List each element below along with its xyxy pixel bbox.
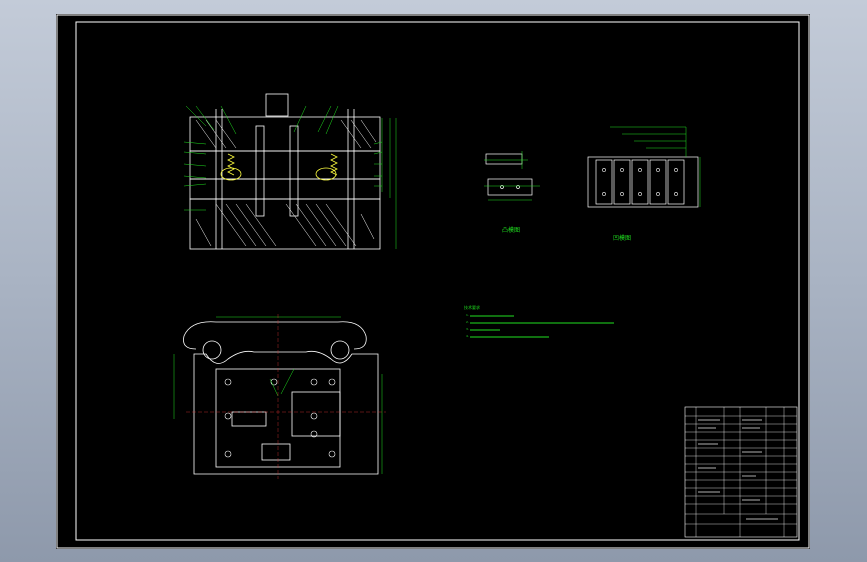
title-block	[684, 406, 798, 538]
punch-view-label: 凸模图	[502, 227, 521, 234]
inner-frame	[75, 21, 800, 541]
technical-notes-title: 技术要求	[464, 305, 480, 310]
die-view-label: 凹模图	[613, 235, 632, 242]
assembly-section-view	[189, 93, 381, 250]
plan-view	[183, 321, 379, 475]
die-plate-detail	[587, 156, 699, 208]
drawing-sheet: 凸模图 凹模图 技术要求 1. 2. 3. 4.	[56, 14, 810, 549]
technical-notes-lines	[470, 315, 614, 338]
punch-dimensions	[484, 151, 540, 201]
drawing-canvas	[56, 14, 810, 549]
